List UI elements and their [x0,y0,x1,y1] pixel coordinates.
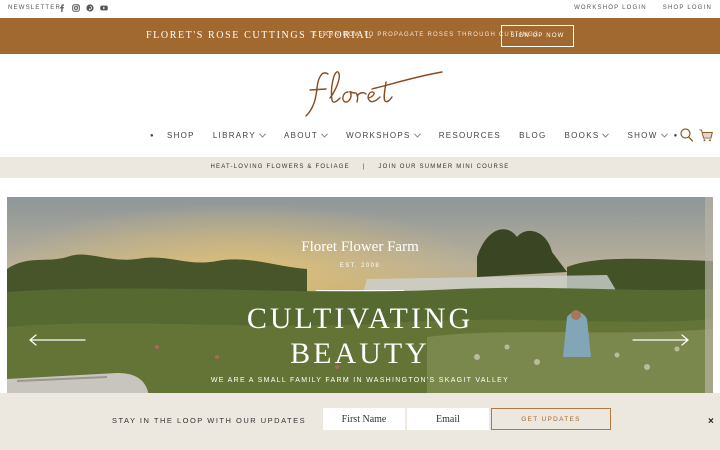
nav-item-label: ABOUT [284,131,319,140]
workshop-login-link[interactable]: WORKSHOP LOGIN [574,5,647,11]
next-slide-arrow-icon[interactable] [631,334,691,346]
account-links: WORKSHOP LOGIN SHOP LOGIN [574,5,712,11]
main-nav-items: ● SHOP LIBRARY ABOUT WORKSHOPS RESOURCES BLOG… [150,131,679,140]
chevron-down-icon [413,133,421,138]
nav-item-label: RESOURCES [438,131,502,140]
heat-loving-flowers-link[interactable]: HEAT-LOVING FLOWERS & FOLIAGE [211,164,350,170]
nav-item-label: BLOG [519,131,547,140]
previous-slide-arrow-icon[interactable] [27,334,87,346]
newsletter-signup-bar: STAY IN THE LOOP WITH OUR UPDATES GET UP… [0,393,720,450]
nav-item-resources[interactable]: RESOURCES [439,131,501,140]
hero-tagline: WE ARE A SMALL FAMILY FARM IN WASHINGTON… [210,377,510,384]
nav-item-label: SHOW [627,131,658,140]
hero-slider: Floret Flower Farm EST. 2008 CULTIVATING… [7,197,713,397]
hero-headline-line-2: BEAUTY [290,337,430,370]
floret-logo-script: floret [300,62,443,117]
nav-item-library[interactable]: LIBRARY [213,131,266,140]
nav-item-label: BOOKS [564,131,600,140]
main-nav: ● SHOP LIBRARY ABOUT WORKSHOPS RESOURCES BLOG… [0,128,720,146]
youtube-icon[interactable] [100,4,108,12]
announcement-strip: HEAT-LOVING FLOWERS & FOLIAGE | JOIN OUR… [0,157,720,178]
nav-item-books[interactable]: BOOKS [565,131,610,140]
utility-bar: NEWSLETTER WORKSHOP LOGIN SHOP LOGIN [0,0,720,18]
summer-mini-course-link[interactable]: JOIN OUR SUMMER MINI COURSE [378,164,509,170]
nav-dot: ● [150,132,155,139]
hero-farm-name: Floret Flower Farm [301,239,419,255]
nav-item-label: WORKSHOPS [346,131,411,140]
nav-item-workshops[interactable]: WORKSHOPS [346,131,421,140]
newsletter-title: STAY IN THE LOOP WITH OUR UPDATES [112,416,307,425]
nav-item-show[interactable]: SHOW [627,131,668,140]
shop-login-link[interactable]: SHOP LOGIN [663,5,712,11]
hero-headline-line-1: CULTIVATING [246,302,474,335]
chevron-down-icon [321,133,328,138]
nav-item-label: SHOP [166,131,195,140]
hero-divider [316,290,404,291]
first-name-field[interactable] [323,408,405,430]
instagram-icon[interactable] [72,4,80,12]
nav-dot: ● [673,132,679,139]
sign-up-button[interactable]: SIGN UP NOW [501,25,574,47]
facebook-icon[interactable] [58,4,66,12]
nav-item-blog[interactable]: BLOG [519,131,546,140]
chevron-down-icon [660,133,668,138]
floret-logo[interactable]: floret [300,62,445,120]
search-icon[interactable] [680,128,693,142]
close-icon[interactable]: × [708,417,714,427]
strip-separator: | [362,164,366,170]
nav-item-about[interactable]: ABOUT [284,131,328,140]
social-links [58,4,108,12]
pinterest-icon[interactable] [86,4,94,12]
cart-icon[interactable] [699,129,713,142]
nav-item-label: LIBRARY [212,131,257,140]
chevron-down-icon [259,133,266,138]
nav-item-shop[interactable]: SHOP [167,131,195,140]
newsletter-link[interactable]: NEWSLETTER [8,5,61,11]
svg-text:floret: floret [300,62,303,63]
get-updates-button[interactable]: GET UPDATES [491,408,611,430]
promo-banner: FLORET'S ROSE CUTTINGS TUTORIAL LEARN HO… [0,18,720,54]
email-field[interactable] [407,408,489,430]
hero-established: EST. 2008 [339,263,381,269]
chevron-down-icon [602,133,610,138]
